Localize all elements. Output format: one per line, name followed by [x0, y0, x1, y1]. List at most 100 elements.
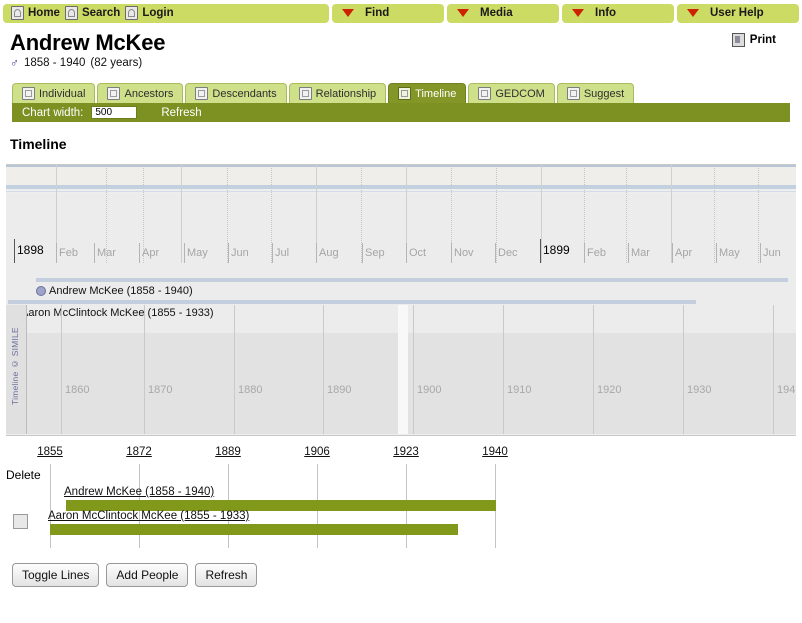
nav-menu-find[interactable]: Find: [332, 3, 444, 23]
person-icon: [22, 87, 35, 100]
tab-gedcom-label: GEDCOM: [495, 87, 545, 100]
toggle-lines-button[interactable]: Toggle Lines: [12, 563, 100, 587]
tab-ancestors-label: Ancestors: [124, 87, 174, 100]
refresh-link[interactable]: Refresh: [161, 107, 201, 119]
simile-timeline-widget[interactable]: 1898 Feb Mar Apr May Jun Jul Aug Sep Oct…: [6, 164, 796, 436]
tab-suggest[interactable]: Suggest: [556, 83, 635, 103]
gantt-axis-label[interactable]: 1940: [482, 446, 508, 458]
decade-label: 194: [777, 384, 796, 396]
tab-individual-label: Individual: [39, 87, 86, 100]
gedcom-icon: [478, 87, 492, 100]
nav-item-search[interactable]: Search: [64, 6, 121, 20]
gridline: [714, 165, 715, 263]
chevron-down-icon: [457, 9, 469, 17]
refresh-button[interactable]: Refresh: [195, 563, 258, 587]
gridline: [181, 165, 182, 263]
timeline-overview-plot[interactable]: 1860 1870 1880 1890 1900 1910 1920 1930 …: [26, 305, 796, 434]
tab-relationship-label: Relationship: [315, 87, 377, 100]
decade-tick: [773, 305, 774, 434]
chart-width-input[interactable]: [91, 106, 138, 119]
month-label: Sep: [365, 247, 385, 259]
nav-item-home[interactable]: Home: [11, 6, 60, 20]
nav-item-search-label: Search: [81, 7, 121, 19]
tab-bar: Individual Ancestors Descendants Relatio…: [12, 82, 802, 103]
tab-individual[interactable]: Individual: [12, 83, 96, 103]
gantt-row-label[interactable]: Aaron McClintock McKee (1855 - 1933): [48, 510, 249, 522]
gantt-axis-label[interactable]: 1923: [393, 446, 419, 458]
page-title: Andrew McKee: [10, 30, 166, 55]
timeline-copyright-label: Timeline © SIMILE: [10, 327, 20, 405]
chevron-down-icon: [687, 9, 699, 17]
tab-timeline[interactable]: Timeline: [388, 83, 467, 103]
chart-width-label: Chart width:: [22, 106, 84, 119]
login-icon: [125, 6, 139, 20]
nav-menu-info-label: Info: [595, 7, 617, 19]
gantt-row-label[interactable]: Andrew McKee (1858 - 1940): [64, 486, 214, 498]
month-label: Apr: [675, 247, 693, 259]
month-label: Feb: [587, 247, 606, 259]
decade-tick: [413, 305, 414, 434]
male-symbol-icon: ♂: [10, 56, 19, 70]
decade-tick: [323, 305, 324, 434]
delete-checkbox[interactable]: [13, 514, 28, 529]
decade-tick: [144, 305, 145, 434]
print-label: Print: [749, 34, 776, 46]
tab-descendants-label: Descendants: [212, 87, 277, 100]
tab-gedcom[interactable]: GEDCOM: [468, 83, 555, 103]
decade-tick: [683, 305, 684, 434]
event-bar: [8, 300, 696, 304]
timeline-icon: [398, 87, 412, 100]
gantt-axis-label[interactable]: 1906: [304, 446, 330, 458]
person-header: Andrew McKee ♂ 1858 - 1940 (82 years) Pr…: [0, 25, 802, 71]
add-people-button[interactable]: Add People: [106, 563, 189, 587]
timeline-year-label: 1899: [543, 243, 570, 257]
gantt-axis-tick: [50, 464, 51, 548]
timeline-year-label: 1898: [17, 243, 44, 257]
decade-tick: [503, 305, 504, 434]
month-label: Jun: [763, 247, 781, 259]
month-label: Jul: [275, 247, 290, 259]
month-label: Mar: [97, 247, 116, 259]
month-label: Feb: [59, 247, 78, 259]
timeline-highlight-line-secondary: [6, 191, 796, 192]
decade-label: 1870: [148, 384, 173, 396]
delete-column-header: Delete: [6, 468, 41, 482]
gantt-axis-label[interactable]: 1889: [215, 446, 241, 458]
person-subtitle: ♂ 1858 - 1940 (82 years): [10, 56, 802, 70]
nav-item-login[interactable]: Login: [125, 6, 174, 20]
tab-descendants[interactable]: Descendants: [185, 83, 287, 103]
nav-item-home-label: Home: [28, 7, 60, 19]
nav-menu-media[interactable]: Media: [447, 3, 559, 23]
month-label: May: [719, 247, 740, 259]
month-label: Apr: [142, 247, 160, 259]
search-icon: [64, 6, 78, 20]
month-label: Mar: [631, 247, 650, 259]
gantt-chart: 1855 1872 1889 1906 1923 1940 Delete And…: [0, 446, 802, 551]
nav-menu-media-label: Media: [480, 7, 513, 19]
gridline: [626, 165, 627, 263]
month-label: Dec: [498, 247, 518, 259]
gantt-axis-label[interactable]: 1872: [126, 446, 152, 458]
chevron-down-icon: [572, 9, 584, 17]
top-navigation-bar: Home Search Login Find Media Info User H…: [0, 0, 802, 25]
person-age: (82 years): [90, 57, 143, 69]
nav-menu-user-help[interactable]: User Help: [677, 3, 799, 23]
decade-label: 1880: [238, 384, 263, 396]
month-label: Aug: [319, 247, 339, 259]
event-row-andrew-mckee[interactable]: Andrew McKee (1858 - 1940): [36, 285, 193, 297]
chevron-down-icon: [342, 9, 354, 17]
ancestors-icon: [107, 87, 121, 100]
chart-control-bar: Chart width: Refresh: [12, 103, 790, 122]
suggest-icon: [566, 87, 580, 100]
nav-menu-info[interactable]: Info: [562, 3, 674, 23]
month-label: Jun: [231, 247, 249, 259]
gantt-axis-label[interactable]: 1855: [37, 446, 63, 458]
event-bar: [36, 278, 788, 282]
home-icon: [11, 6, 24, 20]
print-button[interactable]: Print: [731, 33, 776, 47]
month-label: Oct: [409, 247, 427, 259]
tab-ancestors[interactable]: Ancestors: [97, 83, 184, 103]
gridline: [758, 165, 759, 263]
tab-relationship[interactable]: Relationship: [288, 83, 387, 103]
decade-label: 1900: [417, 384, 442, 396]
